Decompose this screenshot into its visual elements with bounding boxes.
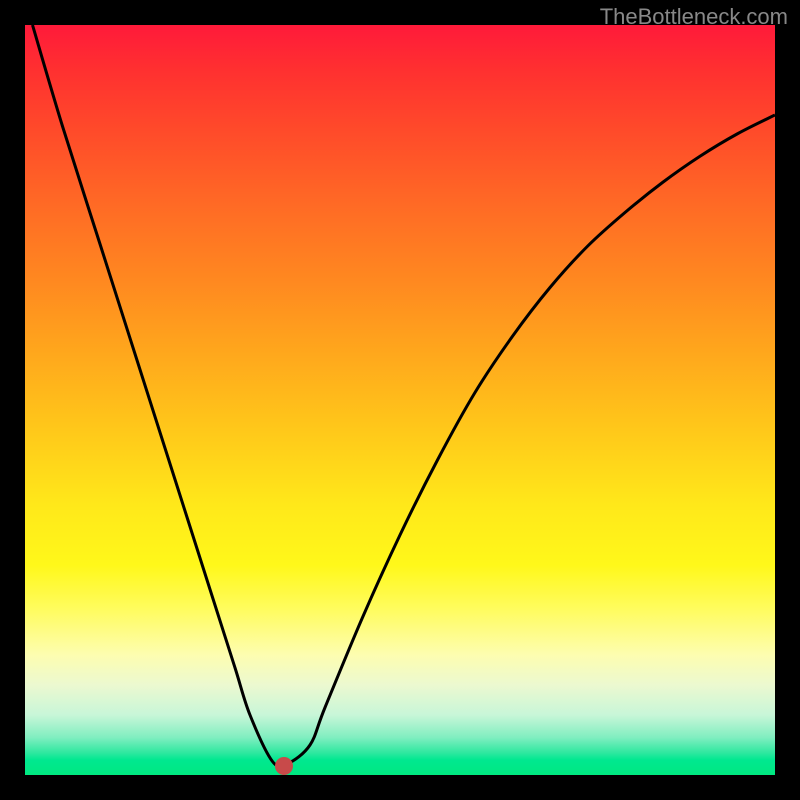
marker-dot — [275, 757, 293, 775]
plot-area — [25, 25, 775, 775]
chart-curve — [25, 25, 775, 775]
attribution-text: TheBottleneck.com — [600, 4, 788, 30]
